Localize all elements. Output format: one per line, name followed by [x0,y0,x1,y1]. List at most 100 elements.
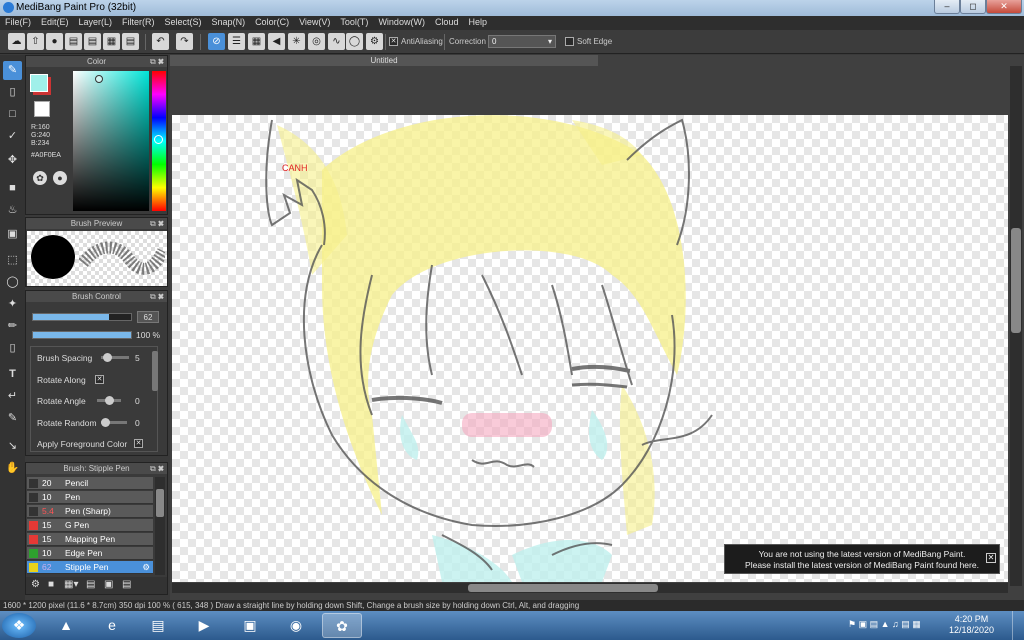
clock[interactable]: 4:20 PM 12/18/2020 [949,614,994,636]
media-player-icon[interactable]: ▶ [184,613,224,638]
internet-explorer-icon[interactable]: e [92,613,132,638]
rotate-along-checkbox[interactable]: ✕ [95,375,104,384]
menu-layer[interactable]: Layer(L) [74,16,118,28]
text-tool-icon[interactable]: T [3,365,22,384]
brush-item-pen[interactable]: 10 Pen [27,491,153,504]
bucket-tool-icon[interactable]: ♨ [3,201,22,220]
brush-menu-icon[interactable]: ▦▾ [64,579,78,590]
brush-tool-icon[interactable]: ✎ [3,61,22,80]
opacity-slider[interactable] [32,331,132,339]
select-tool-icon[interactable]: ⬚ [3,251,22,270]
fill-rect-icon[interactable]: ■ [3,179,22,198]
menu-color[interactable]: Color(C) [250,16,294,28]
document-icon[interactable]: ▤ [84,33,101,50]
brush-list-scrollbar[interactable] [155,477,165,575]
delete-brush-icon[interactable]: ■ [48,579,54,590]
palette-icon[interactable]: ✿ [33,171,47,185]
document-tab[interactable]: Untitled [170,55,598,66]
brush-list-scroll-thumb[interactable] [156,489,164,517]
cloud-brush-icon[interactable]: ▤ [122,579,131,590]
menu-snap[interactable]: Snap(N) [207,16,251,28]
update-notification[interactable]: You are not using the latest version of … [724,544,1000,574]
chat-icon[interactable]: ▤ [65,33,82,50]
soft-edge-checkbox[interactable] [565,37,574,46]
grid-icon[interactable]: ▦ [103,33,120,50]
copy-brush-icon[interactable]: ▤ [86,579,95,590]
rotate-random-handle[interactable] [101,418,110,427]
select-eraser-icon[interactable]: ▯ [3,339,22,358]
menu-cloud[interactable]: Cloud [430,16,464,28]
start-button[interactable]: ❖ [2,613,36,638]
brush-size-value[interactable]: 62 [137,311,159,323]
minimize-button[interactable]: – [934,0,960,14]
color-history-icon[interactable]: ● [53,171,67,185]
saturation-value-picker[interactable] [73,71,149,211]
rotate-random-slider[interactable] [101,418,127,427]
office-icon[interactable]: ▣ [230,613,270,638]
dot-tool-icon[interactable]: ✓ [3,127,22,146]
menu-tool[interactable]: Tool(T) [335,16,373,28]
brush-size-slider[interactable] [32,313,132,321]
layers-icon[interactable]: ▤ [122,33,139,50]
eyedropper-icon[interactable]: ↘ [3,437,22,456]
comment-icon[interactable]: ● [46,33,63,50]
panel-close-icon[interactable]: ⧉ ✖ [150,218,164,229]
background-color-swatch[interactable] [34,101,50,117]
move-tool-icon[interactable]: ✥ [3,151,22,170]
vanishing-snap-icon[interactable]: ◀ [268,33,285,50]
add-brush-icon[interactable]: ⚙ [31,579,40,590]
antialiasing-checkbox[interactable]: ✕ [389,37,398,46]
brush-item-pen-sharp[interactable]: 5.4 Pen (Sharp) [27,505,153,518]
gradient-tool-icon[interactable]: ▣ [3,225,22,244]
panel-close-icon[interactable]: ⧉ ✖ [150,56,164,67]
menu-select[interactable]: Select(S) [160,16,207,28]
gear-icon[interactable]: ⚙ [142,561,150,574]
lasso-tool-icon[interactable]: ◯ [3,273,22,292]
menu-help[interactable]: Help [463,16,492,28]
file-explorer-icon[interactable]: ▤ [138,613,178,638]
drawing-canvas[interactable]: CANH [172,115,1008,582]
notice-close-icon[interactable]: ✕ [986,553,996,563]
folder-icon[interactable]: ▣ [104,579,113,590]
vertical-scroll-thumb[interactable] [1011,228,1021,333]
brush-spacing-slider[interactable] [101,353,129,362]
close-button[interactable]: ✕ [986,0,1022,14]
redo-icon[interactable]: ↷ [176,33,193,50]
radial-snap-icon[interactable]: ✳ [288,33,305,50]
magic-wand-icon[interactable]: ✦ [3,295,22,314]
panel-close-icon[interactable]: ⧉ ✖ [150,291,164,302]
medibang-taskbar-icon[interactable]: ✿ [322,613,362,638]
parallel-snap-icon[interactable]: ☰ [228,33,245,50]
hue-slider[interactable] [152,71,166,211]
menu-file[interactable]: File(F) [0,16,36,28]
ellipse-snap-icon[interactable]: ◯ [346,33,363,50]
menu-edit[interactable]: Edit(E) [36,16,74,28]
rectangle-select-icon[interactable]: □ [3,105,22,124]
brush-spacing-handle[interactable] [103,353,112,362]
snap-off-icon[interactable]: ⊘ [208,33,225,50]
brush-item-stipple-pen[interactable]: 62 Stipple Pen ⚙ [27,561,153,574]
brush-item-pencil[interactable]: 20 Pencil [27,477,153,490]
tray-icons[interactable]: ⚑ ▣ ▤ ▲ ♫ ▤ ▦ [848,619,921,630]
snap-settings-icon[interactable]: ⚙ [366,33,383,50]
apply-foreground-color-checkbox[interactable]: ✕ [134,439,143,448]
rotate-angle-handle[interactable] [105,396,114,405]
upload-icon[interactable]: ⇧ [27,33,44,50]
circle-snap-icon[interactable]: ◎ [308,33,325,50]
undo-icon[interactable]: ↶ [152,33,169,50]
brush-control-scrollbar[interactable] [152,351,158,391]
show-desktop-button[interactable] [1012,611,1024,640]
menu-window[interactable]: Window(W) [373,16,430,28]
hue-slider-handle[interactable] [154,135,163,144]
maximize-button[interactable]: ◻ [960,0,986,14]
operation-tool-icon[interactable]: ↵ [3,387,22,406]
chrome-icon[interactable]: ◉ [276,613,316,638]
rotate-angle-slider[interactable] [97,396,121,405]
cross-snap-icon[interactable]: ▦ [248,33,265,50]
divide-tool-icon[interactable]: ✎ [3,409,22,428]
panel-close-icon[interactable]: ⧉ ✖ [150,463,164,474]
brush-item-mapping-pen[interactable]: 15 Mapping Pen [27,533,153,546]
cloud-icon[interactable]: ☁ [8,33,25,50]
eraser-tool-icon[interactable]: ▯ [3,83,22,102]
horizontal-scroll-thumb[interactable] [468,584,658,592]
